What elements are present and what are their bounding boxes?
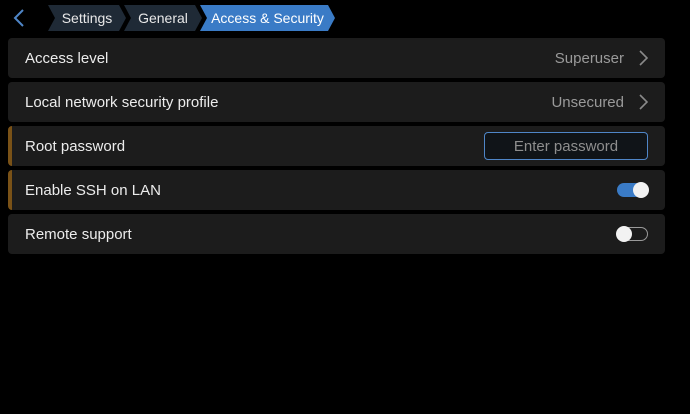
toggle-knob — [633, 182, 649, 198]
breadcrumb-settings-label: Settings — [61, 10, 113, 26]
remote-support-row: Remote support — [8, 214, 665, 254]
back-button[interactable] — [8, 4, 30, 32]
access-level-row[interactable]: Access level Superuser — [8, 38, 665, 78]
remote-support-toggle[interactable] — [616, 226, 648, 242]
network-security-profile-value: Unsecured — [551, 93, 624, 111]
enable-ssh-toggle[interactable] — [617, 182, 649, 198]
access-level-label: Access level — [25, 49, 109, 67]
breadcrumb-bar: Settings General Access & Security — [0, 0, 690, 36]
remote-support-label: Remote support — [25, 225, 132, 243]
breadcrumb-access-security[interactable]: Access & Security — [200, 5, 335, 31]
enable-ssh-label: Enable SSH on LAN — [25, 181, 161, 199]
breadcrumb-general-label: General — [138, 10, 188, 26]
access-level-value: Superuser — [554, 49, 624, 67]
enable-ssh-row: Enable SSH on LAN — [8, 170, 665, 210]
toggle-knob — [616, 226, 632, 242]
breadcrumb-general[interactable]: General — [124, 5, 202, 31]
chevron-right-icon — [638, 94, 648, 110]
chevron-left-icon — [13, 9, 24, 27]
breadcrumb-settings[interactable]: Settings — [48, 5, 126, 31]
root-password-label: Root password — [25, 137, 126, 155]
network-security-profile-label: Local network security profile — [25, 93, 219, 111]
root-password-row: Root password — [8, 126, 665, 166]
chevron-right-icon — [638, 50, 648, 66]
root-password-input[interactable] — [484, 132, 648, 160]
network-security-profile-row[interactable]: Local network security profile Unsecured — [8, 82, 665, 122]
breadcrumb-access-security-label: Access & Security — [211, 10, 324, 26]
